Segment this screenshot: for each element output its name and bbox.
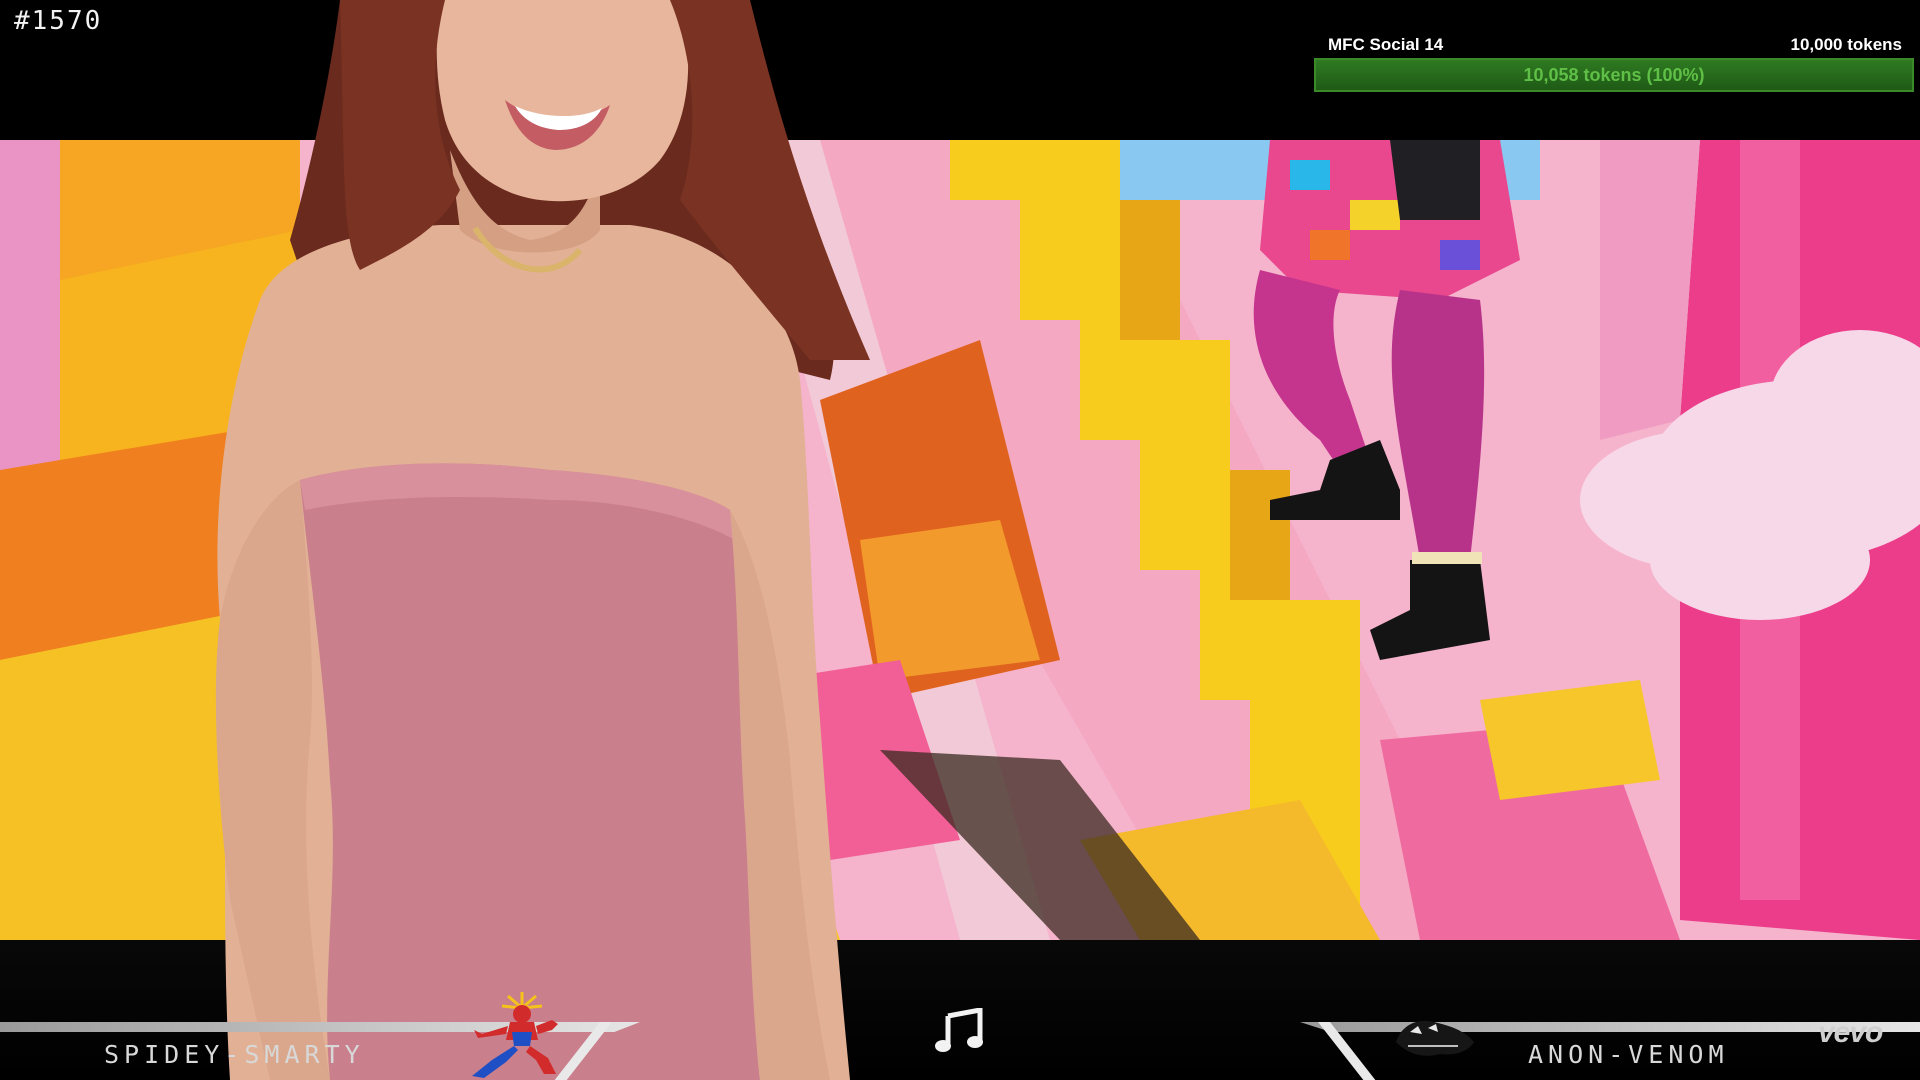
goal-progress-bar: 10,058 tokens (100%) — [1314, 58, 1914, 92]
right-player-name: ANON-VENOM — [1528, 1040, 1729, 1069]
goal-progress-text: 10,058 tokens (100%) — [1523, 64, 1705, 85]
frame-counter: #1570 — [14, 6, 103, 36]
streamer-cutout — [110, 0, 910, 1080]
spiderman-icon — [452, 990, 562, 1080]
left-player-name: SPIDEY-SMARTY — [104, 1040, 365, 1069]
music-note-icon — [934, 1006, 986, 1054]
goal-target: 10,000 tokens — [1790, 35, 1902, 54]
token-goal-widget: MFC Social 14 10,000 tokens 10,058 token… — [1314, 34, 1914, 92]
vevo-logo: vevo — [1818, 1016, 1883, 1049]
streamer-figure — [215, 0, 870, 1080]
goal-title: MFC Social 14 — [1328, 35, 1444, 54]
token-goal-header: MFC Social 14 10,000 tokens — [1314, 34, 1914, 56]
venom-icon — [1388, 1012, 1478, 1062]
stream-view: #1570 MFC Social 14 10,000 tokens 10,058… — [0, 0, 1920, 1080]
